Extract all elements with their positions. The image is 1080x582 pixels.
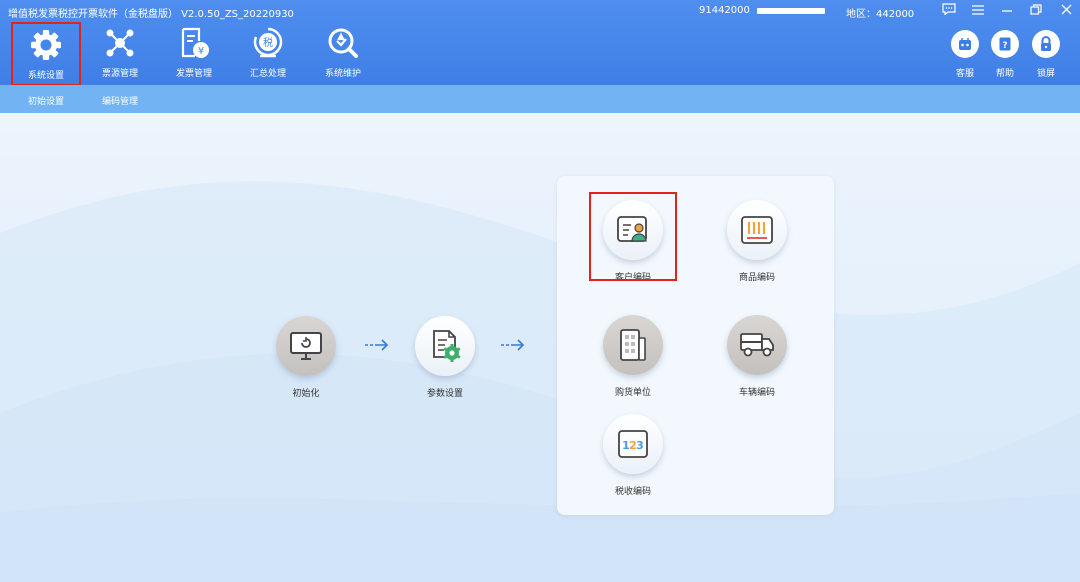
maintenance-icon — [328, 28, 358, 58]
help-icon: ? — [991, 30, 1019, 58]
buyer-unit-node[interactable]: 购货单位 — [593, 315, 673, 398]
init-node[interactable]: 初始化 — [266, 316, 346, 399]
restore-icon[interactable] — [1026, 2, 1046, 20]
menu-system-settings[interactable]: 系统设置 — [11, 22, 81, 86]
message-icon[interactable] — [939, 2, 959, 20]
lock-icon — [1032, 30, 1060, 58]
menu-invoice-management[interactable]: ¥ 发票管理 — [159, 22, 229, 86]
svg-text:税: 税 — [263, 36, 273, 49]
robot-icon — [951, 30, 979, 58]
barcode-icon — [741, 216, 773, 244]
svg-text:?: ? — [1002, 41, 1007, 51]
menu-icon[interactable] — [968, 2, 988, 20]
customer-service-button[interactable]: 客服 — [950, 30, 980, 79]
minimize-icon[interactable] — [997, 2, 1017, 20]
app-title: 增值税发票税控开票软件（金税盘版） V2.0.50_ZS_20220930 — [8, 9, 294, 20]
menu-label: 票源管理 — [101, 69, 138, 79]
tax-code-circle: 1 2 3 — [603, 414, 663, 474]
product-code-node[interactable]: 商品编码 — [717, 200, 797, 283]
top-bar: 增值税发票税控开票软件（金税盘版） V2.0.50_ZS_20220930 91… — [0, 0, 1080, 86]
menu-ticket-source[interactable]: 票源管理 — [85, 22, 155, 86]
buyer-unit-label: 购货单位 — [614, 388, 651, 398]
product-code-circle — [727, 200, 787, 260]
svg-text:¥: ¥ — [198, 46, 204, 57]
init-circle — [276, 316, 336, 376]
menu-summary[interactable]: 税 汇总处理 — [233, 22, 303, 86]
tab-code-management[interactable]: 编码管理 — [102, 94, 138, 107]
vehicle-code-node[interactable]: 车辆编码 — [717, 315, 797, 398]
main-area: 初始化 参数设置 客户编码 商品编码 购货单位 车辆编码 1 2 3 税收编码 — [0, 113, 1080, 582]
tax-code-node[interactable]: 1 2 3 税收编码 — [593, 414, 673, 497]
tax-summary-icon: 税 — [253, 27, 283, 58]
parameter-settings-label: 参数设置 — [426, 389, 463, 399]
vehicle-code-circle — [727, 315, 787, 375]
vehicle-code-label: 车辆编码 — [738, 388, 775, 398]
svg-text:3: 3 — [636, 439, 644, 452]
buyer-unit-circle — [603, 315, 663, 375]
tab-initial-settings[interactable]: 初始设置 — [28, 94, 64, 107]
lock-screen-label: 锁屏 — [1036, 69, 1055, 79]
sub-nav: 初始设置 编码管理 — [0, 85, 1080, 113]
background-waves — [0, 181, 1080, 582]
help-label: 帮助 — [995, 69, 1014, 79]
parameter-settings-node[interactable]: 参数设置 — [405, 316, 485, 399]
tax-code-label: 税收编码 — [614, 487, 651, 497]
close-icon[interactable] — [1056, 2, 1076, 20]
menu-label: 系统维护 — [324, 69, 361, 79]
network-icon — [106, 29, 134, 57]
menu-label: 汇总处理 — [249, 69, 286, 79]
tax-number-mask — [757, 8, 825, 14]
menu-label: 发票管理 — [175, 69, 212, 79]
number-123-icon: 1 2 3 — [618, 430, 648, 458]
truck-icon — [740, 333, 774, 357]
building-icon — [620, 329, 646, 361]
product-code-label: 商品编码 — [738, 273, 775, 283]
customer-service-label: 客服 — [955, 69, 974, 79]
document-settings-icon — [433, 330, 461, 362]
menu-system-maintenance[interactable]: 系统维护 — [308, 22, 378, 86]
region-label: 地区：442000 — [846, 9, 915, 20]
help-button[interactable]: ? 帮助 — [990, 30, 1020, 79]
invoice-icon: ¥ — [181, 27, 209, 58]
monitor-icon — [290, 332, 322, 360]
customer-code-highlight — [589, 192, 677, 281]
lock-screen-button[interactable]: 锁屏 — [1031, 30, 1061, 79]
parameter-settings-circle — [415, 316, 475, 376]
arrow-icon — [365, 339, 389, 351]
init-label: 初始化 — [292, 389, 320, 399]
gear-icon — [31, 30, 61, 60]
tax-number: 91442000 — [699, 5, 750, 16]
arrow-icon — [501, 339, 525, 351]
menu-label: 系统设置 — [27, 71, 64, 81]
